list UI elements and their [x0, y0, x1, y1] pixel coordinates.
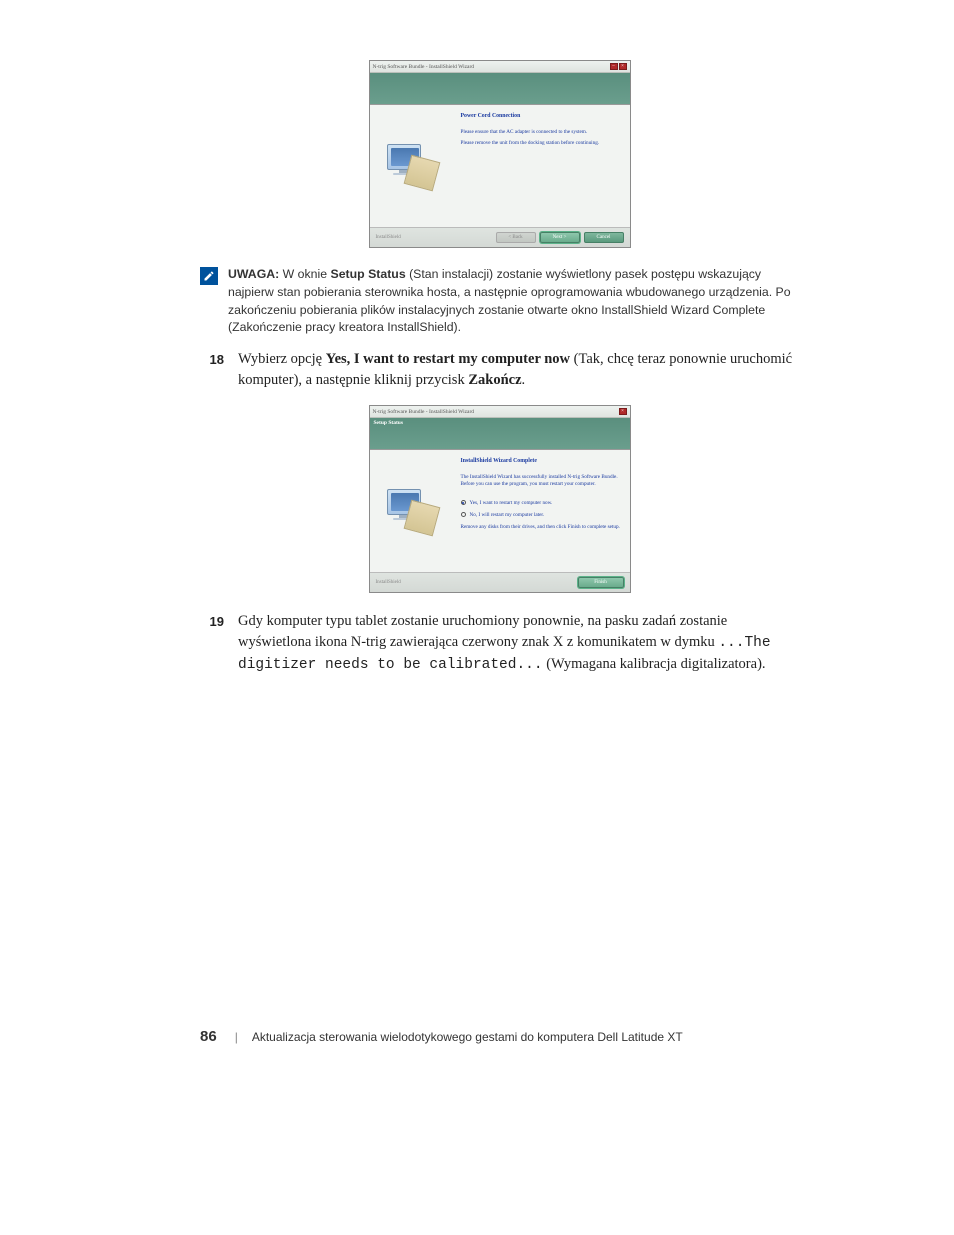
- install-wizard-dialog-1: N-trig Software Bundle - InstallShield W…: [369, 60, 631, 248]
- dialog-heading: InstallShield Wizard Complete: [461, 458, 624, 464]
- page-number: 86: [200, 1028, 217, 1045]
- step-19: 19 Gdy komputer typu tablet zostanie uru…: [200, 611, 799, 676]
- dialog-text-line: Remove any disks from their drives, and …: [461, 524, 624, 531]
- install-wizard-dialog-2: N-trig Software Bundle - InstallShield W…: [369, 405, 631, 593]
- radio-restart-yes[interactable]: Yes, I want to restart my computer now.: [461, 500, 624, 506]
- close-icon[interactable]: ×: [619, 408, 627, 415]
- finish-button[interactable]: Finish: [578, 577, 624, 588]
- dialog-banner: [370, 73, 630, 105]
- dialog-title: N-trig Software Bundle - InstallShield W…: [373, 64, 475, 70]
- cancel-button[interactable]: Cancel: [584, 232, 624, 243]
- radio-restart-no[interactable]: No, I will restart my computer later.: [461, 512, 624, 518]
- note-block: UWAGA: W oknie Setup Status (Stan instal…: [200, 266, 799, 337]
- next-button[interactable]: Next >: [540, 232, 580, 243]
- dialog-text-line: Please ensure that the AC adapter is con…: [461, 129, 624, 136]
- radio-icon: [461, 500, 466, 505]
- computer-icon: [387, 489, 437, 533]
- note-label: UWAGA:: [228, 267, 279, 281]
- dialog-banner: Setup Status: [370, 418, 630, 450]
- dialog-text-line: The InstallShield Wizard has successfull…: [461, 474, 624, 488]
- installshield-label: InstallShield: [376, 580, 401, 585]
- radio-icon: [461, 512, 466, 517]
- footer-text: Aktualizacja sterowania wielodotykowego …: [252, 1030, 683, 1044]
- installshield-label: InstallShield: [376, 235, 401, 240]
- step-number: 19: [200, 613, 224, 676]
- dialog-titlebar: N-trig Software Bundle - InstallShield W…: [370, 61, 630, 73]
- dialog-title: N-trig Software Bundle - InstallShield W…: [373, 409, 475, 415]
- dialog-text-line: Please remove the unit from the docking …: [461, 140, 624, 147]
- page-footer: 86 | Aktualizacja sterowania wielodotyko…: [200, 1028, 799, 1045]
- minimize-icon[interactable]: –: [610, 63, 618, 70]
- dialog-heading: Power Cord Connection: [461, 113, 624, 119]
- back-button[interactable]: < Back: [496, 232, 536, 243]
- dialog-titlebar: N-trig Software Bundle - InstallShield W…: [370, 406, 630, 418]
- close-icon[interactable]: ×: [619, 63, 627, 70]
- computer-icon: [387, 144, 437, 188]
- note-icon: [200, 267, 218, 285]
- step-18: 18 Wybierz opcję Yes, I want to restart …: [200, 349, 799, 391]
- step-number: 18: [200, 351, 224, 391]
